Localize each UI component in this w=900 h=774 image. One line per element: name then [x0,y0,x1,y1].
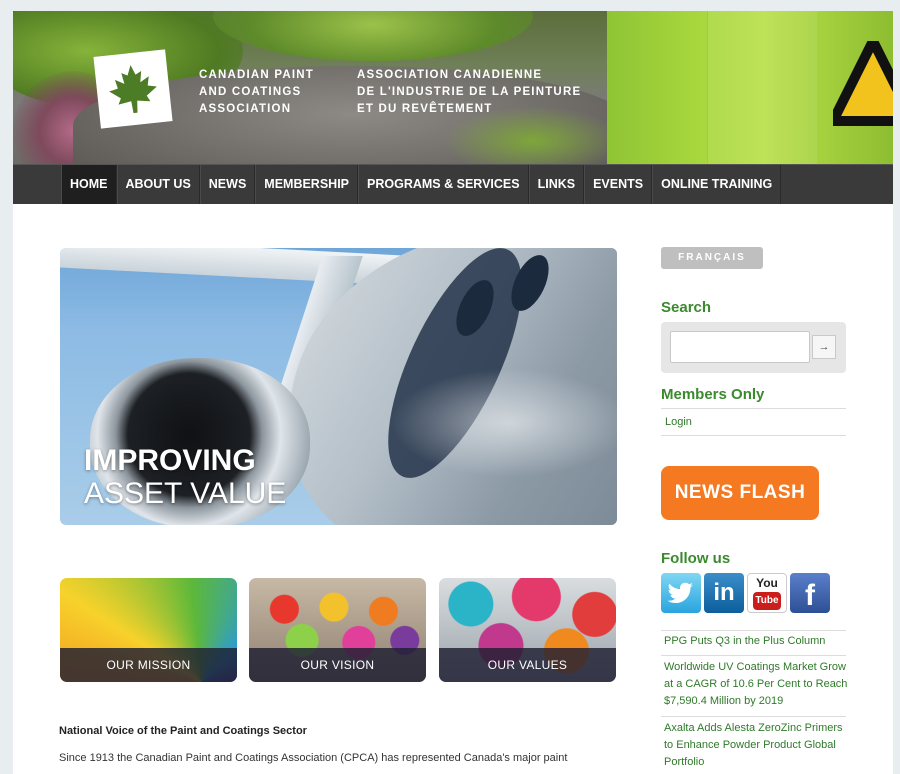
news-item[interactable]: Worldwide UV Coatings Market Grow at a C… [664,659,848,710]
tile-our-mission[interactable]: OUR MISSION [60,578,237,682]
divider [661,716,846,717]
divider [661,655,846,656]
youtube-icon[interactable]: You Tube [747,573,787,613]
facebook-icon[interactable]: f [790,573,830,613]
nav-item-events[interactable]: EVENTS [584,165,653,204]
login-link[interactable]: Login [665,416,692,428]
nav-item-links[interactable]: LINKS [528,165,585,204]
nav-item-programs-services[interactable]: PROGRAMS & SERVICES [358,165,529,204]
association-name-fr: Association canadienne de l'industrie de… [357,69,582,115]
linkedin-icon[interactable]: in [704,573,744,613]
language-toggle-button[interactable]: FRANÇAIS [661,247,763,269]
tile-our-values[interactable]: OUR VALUES [439,578,616,682]
news-item[interactable]: Axalta Adds Alesta ZeroZinc Primers to E… [664,720,848,771]
follow-us-heading: Follow us [661,550,731,567]
nav-item-home[interactable]: HOME [61,165,117,204]
association-name-en: Canadian Paint and Coatings Association [199,69,314,115]
page: Canadian Paint and Coatings Association … [13,11,893,774]
cpca-logo[interactable] [93,49,173,129]
news-item[interactable]: PPG Puts Q3 in the Plus Column [664,633,848,650]
hero-slide[interactable]: IMPROVING ASSET VALUE [60,248,617,525]
members-only-heading: Members Only [661,386,765,403]
twitter-icon[interactable] [661,573,701,613]
hero-caption: IMPROVING ASSET VALUE [84,444,287,510]
header-banner: Canadian Paint and Coatings Association … [13,11,893,164]
nav-item-online-training[interactable]: ONLINE TRAINING [652,165,782,204]
maple-leaf-icon [109,65,157,114]
divider [661,630,846,631]
news-flash-button[interactable]: NEWS FLASH [661,466,819,520]
nav-item-about-us[interactable]: ABOUT US [116,165,200,204]
warning-sign-icon [833,41,893,126]
nav-item-news[interactable]: NEWS [199,165,256,204]
nav-item-membership[interactable]: MEMBERSHIP [255,165,359,204]
content-intro: Since 1913 the Canadian Paint and Coatin… [59,752,568,764]
search-form: → [661,322,846,373]
tile-our-vision[interactable]: OUR VISION [249,578,426,682]
divider [661,435,846,436]
content-heading: National Voice of the Paint and Coatings… [59,725,307,737]
search-submit-button[interactable]: → [812,335,836,359]
search-heading: Search [661,299,712,316]
search-input[interactable] [670,331,810,363]
main-nav: HOME ABOUT US NEWS MEMBERSHIP PROGRAMS &… [13,164,893,204]
divider [661,408,846,409]
